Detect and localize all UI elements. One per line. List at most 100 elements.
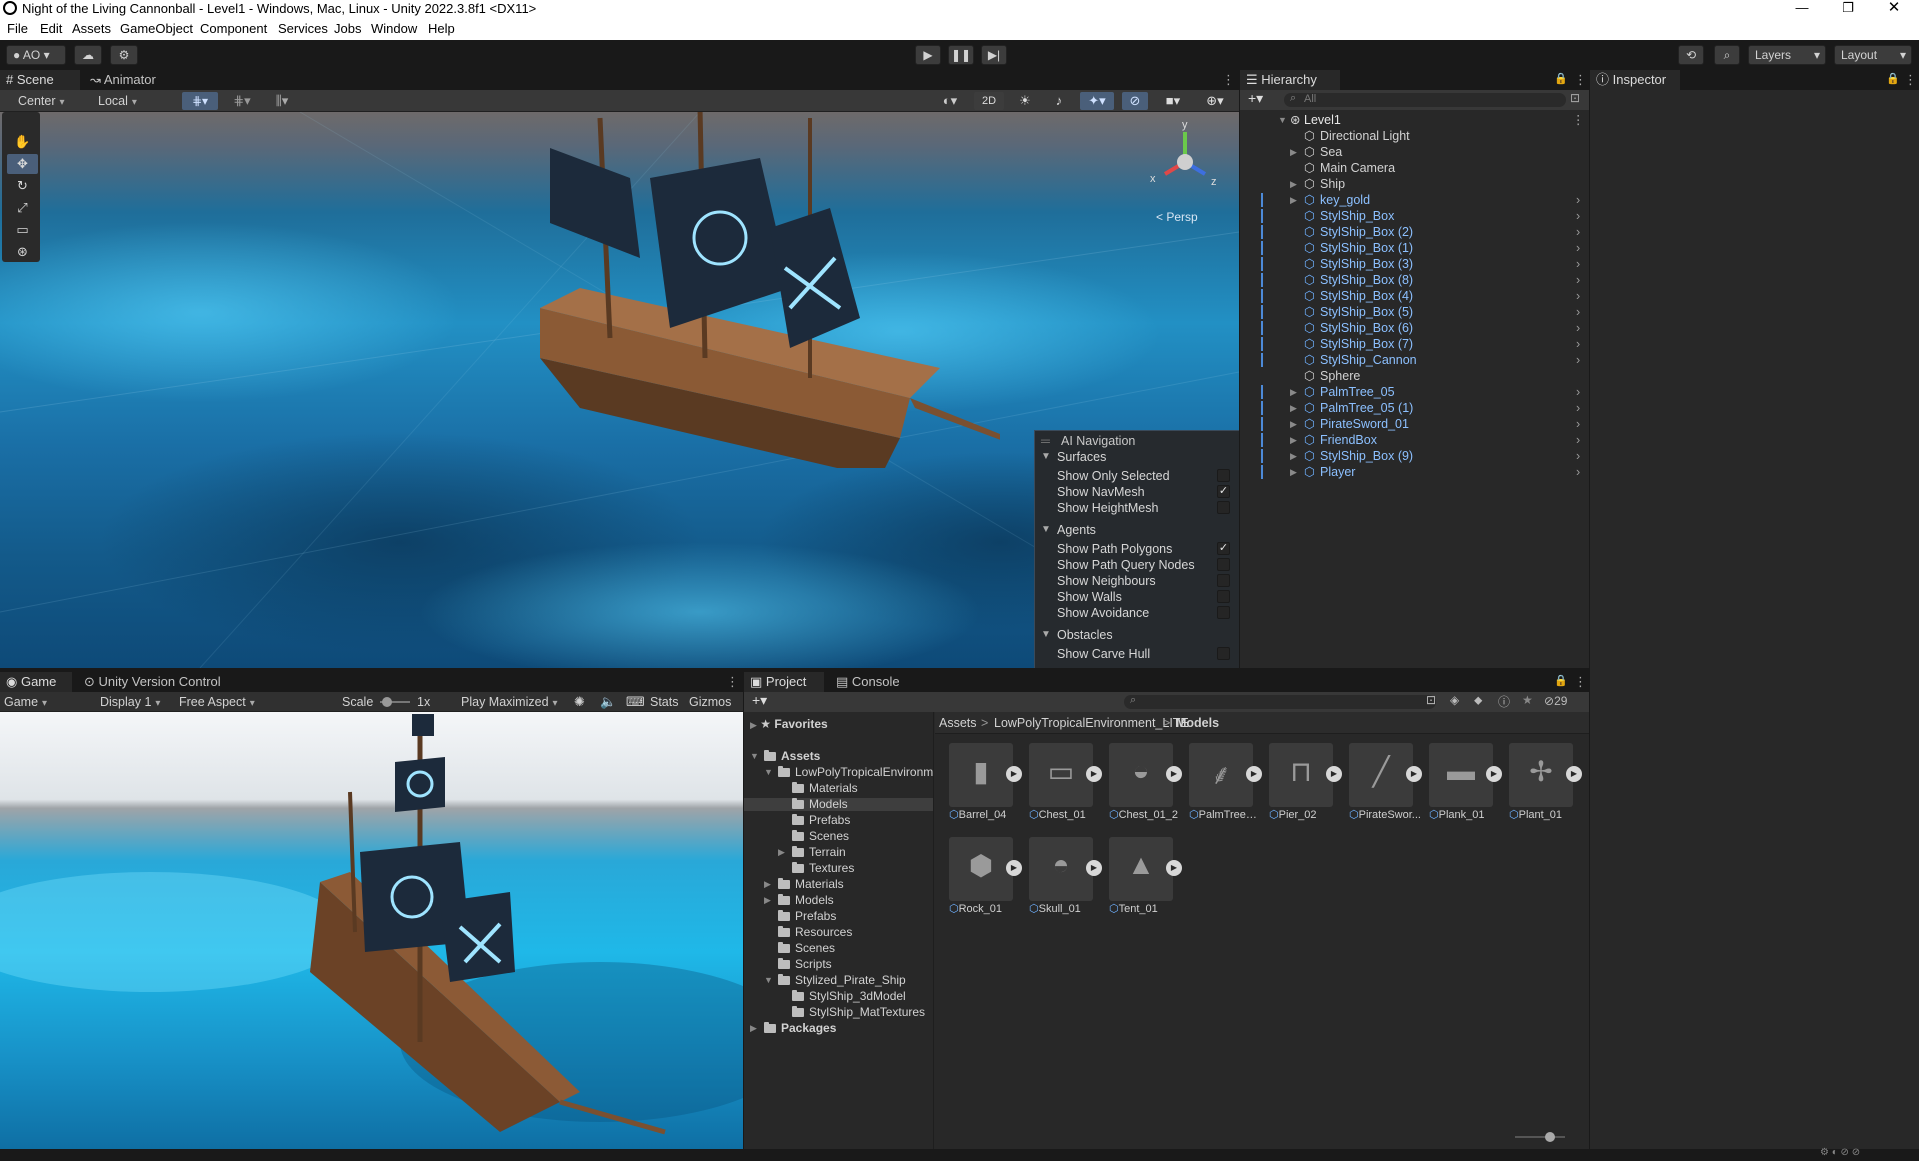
lighting-icon[interactable]: ☀: [1012, 92, 1038, 110]
nav-option-checkbox[interactable]: ✓: [1217, 485, 1230, 498]
project-tree-row[interactable]: Materials: [744, 782, 933, 795]
open-prefab-arrow-icon[interactable]: ›: [1576, 416, 1580, 432]
drag-handle-icon[interactable]: ═: [1041, 433, 1050, 449]
expand-arrow-icon[interactable]: ▶: [1290, 192, 1297, 208]
tab-project[interactable]: ▣ Project: [744, 672, 824, 692]
hierarchy-item[interactable]: ▶ ⬡ PalmTree_05 (1) ›: [1240, 400, 1589, 416]
open-prefab-arrow-icon[interactable]: ›: [1576, 256, 1580, 272]
project-tree-row[interactable]: Prefabs: [744, 910, 933, 923]
project-tree-row[interactable]: Scenes: [744, 830, 933, 843]
breadcrumb-assets[interactable]: Assets: [939, 716, 977, 730]
tab-animator[interactable]: ↝ Animator: [84, 70, 164, 90]
game-viewport[interactable]: [0, 712, 743, 1149]
asset-tile[interactable]: ◓ ▶ ⬡Skull_01: [1029, 837, 1102, 915]
hierarchy-item[interactable]: ⬡ StylShip_Box (5) ›: [1240, 304, 1589, 320]
space-dropdown[interactable]: Local: [98, 91, 137, 113]
grid-snap-icon[interactable]: ⋕▾: [182, 92, 218, 110]
hierarchy-item[interactable]: ⬡ StylShip_Box (2) ›: [1240, 224, 1589, 240]
open-prefab-arrow-icon[interactable]: ›: [1576, 240, 1580, 256]
restore-icon[interactable]: ❐: [1825, 0, 1871, 17]
search-by-type-icon[interactable]: ⊡: [1426, 693, 1436, 707]
expand-arrow-icon[interactable]: ▼: [750, 750, 759, 763]
keyboard-icon[interactable]: ⌨: [626, 692, 645, 712]
nav-section-header[interactable]: ▼ Obstacles: [1035, 627, 1239, 643]
orientation-gizmo[interactable]: y x z: [1145, 112, 1225, 202]
open-prefab-arrow-icon[interactable]: ›: [1576, 224, 1580, 240]
project-tree-row[interactable]: ▼ Stylized_Pirate_Ship: [744, 974, 933, 987]
increment-snap-icon[interactable]: ⫼▾: [265, 92, 299, 110]
menu-assets[interactable]: Assets: [72, 17, 111, 40]
expand-arrow-icon[interactable]: ▶: [1290, 176, 1297, 192]
open-prefab-arrow-icon[interactable]: ›: [1576, 272, 1580, 288]
ai-navigation-title[interactable]: ═ AI Navigation: [1035, 433, 1239, 449]
expand-arrow-icon[interactable]: ▼: [764, 974, 773, 987]
nav-option-checkbox[interactable]: [1217, 501, 1230, 514]
asset-tile[interactable]: ◒ ▶ ⬡Chest_01_2: [1109, 743, 1182, 821]
nav-option-checkbox[interactable]: [1217, 590, 1230, 603]
transform-tool-icon[interactable]: ⊛: [7, 242, 38, 262]
project-tree-row[interactable]: ▶ Terrain: [744, 846, 933, 859]
hierarchy-item[interactable]: ⬡ StylShip_Box (1) ›: [1240, 240, 1589, 256]
asset-tile[interactable]: ⸙ ▶ ⬡PalmTree_...: [1189, 743, 1262, 821]
history-icon[interactable]: ⟲: [1678, 45, 1704, 65]
asset-tile[interactable]: ▮ ▶ ⬡Barrel_04: [949, 743, 1022, 821]
breadcrumb-lowpoly[interactable]: LowPolyTropicalEnvironment_LITE: [994, 716, 1189, 730]
minimize-icon[interactable]: —: [1779, 0, 1825, 17]
hierarchy-item[interactable]: ▶ ⬡ PirateSword_01 ›: [1240, 416, 1589, 432]
open-prefab-arrow-icon[interactable]: ›: [1576, 320, 1580, 336]
nav-option-row[interactable]: Show Avoidance: [1035, 605, 1239, 621]
shading-mode-icon[interactable]: ◐▾: [935, 92, 965, 110]
stats-button[interactable]: Stats: [650, 692, 679, 712]
pivot-dropdown[interactable]: Center: [18, 91, 65, 113]
project-menu-icon[interactable]: ⋮: [1574, 674, 1587, 690]
inspector-menu-icon[interactable]: ⋮: [1904, 72, 1917, 88]
expand-asset-icon[interactable]: ▶: [1246, 766, 1262, 782]
collapse-arrow-icon[interactable]: ▶: [764, 894, 771, 907]
nav-option-row[interactable]: Show HeightMesh: [1035, 500, 1239, 516]
nav-option-checkbox[interactable]: ✓: [1217, 542, 1230, 555]
project-tree-row[interactable]: Scripts: [744, 958, 933, 971]
nav-option-row[interactable]: Show Neighbours: [1035, 573, 1239, 589]
scale-tool-icon[interactable]: ⤢: [7, 198, 38, 218]
project-tree-row[interactable]: Prefabs: [744, 814, 933, 827]
gizmos-icon[interactable]: ⊕▾: [1196, 92, 1234, 110]
project-tree-row[interactable]: Resources: [744, 926, 933, 939]
project-tree-row[interactable]: StylShip_MatTextures: [744, 1006, 933, 1019]
scale-slider-thumb[interactable]: [382, 697, 392, 707]
tag-icon[interactable]: ⬥: [1474, 693, 1482, 708]
close-icon[interactable]: ✕: [1871, 0, 1917, 17]
project-search-input[interactable]: ⌕: [1124, 694, 1436, 709]
asset-tile[interactable]: ✢ ▶ ⬡Plant_01: [1509, 743, 1582, 821]
layers-dropdown[interactable]: Layers ▾: [1748, 45, 1826, 65]
game-menu-icon[interactable]: ⋮: [726, 674, 739, 690]
layout-dropdown[interactable]: Layout ▾: [1834, 45, 1912, 65]
nav-option-row[interactable]: Show Only Selected: [1035, 468, 1239, 484]
expand-arrow-icon[interactable]: ▼: [1278, 112, 1287, 128]
expand-arrow-icon[interactable]: ▼: [764, 766, 773, 779]
persp-label[interactable]: < Persp: [1156, 210, 1198, 224]
collab-settings-icon[interactable]: ⚙: [110, 45, 138, 65]
open-prefab-arrow-icon[interactable]: ›: [1576, 448, 1580, 464]
rect-tool-icon[interactable]: ▭: [7, 220, 38, 240]
nav-option-checkbox[interactable]: [1217, 469, 1230, 482]
asset-tile[interactable]: ▬ ▶ ⬡Plank_01: [1429, 743, 1502, 821]
menu-gameobject[interactable]: GameObject: [120, 17, 193, 40]
hierarchy-item[interactable]: ▶ ⬡ Player ›: [1240, 464, 1589, 480]
open-prefab-arrow-icon[interactable]: ›: [1576, 192, 1580, 208]
hierarchy-item[interactable]: ⬡ StylShip_Box (3) ›: [1240, 256, 1589, 272]
open-prefab-arrow-icon[interactable]: ›: [1576, 384, 1580, 400]
project-tree-row[interactable]: Models: [744, 798, 933, 811]
asset-tile[interactable]: ⬢ ▶ ⬡Rock_01: [949, 837, 1022, 915]
hierarchy-item[interactable]: ▶ ⬡ Ship: [1240, 176, 1589, 192]
nav-option-checkbox[interactable]: [1217, 558, 1230, 571]
visibility-icon[interactable]: ⊘: [1122, 92, 1148, 110]
expand-arrow-icon[interactable]: ▶: [1290, 432, 1297, 448]
hierarchy-item[interactable]: ⬡ Directional Light: [1240, 128, 1589, 144]
asset-tile[interactable]: ▭ ▶ ⬡Chest_01: [1029, 743, 1102, 821]
create-button[interactable]: +▾: [1248, 90, 1263, 107]
project-tree-row[interactable]: ▼ Assets: [744, 750, 933, 763]
hierarchy-item[interactable]: ▶ ⬡ Sea: [1240, 144, 1589, 160]
hierarchy-item[interactable]: ⬡ StylShip_Box (8) ›: [1240, 272, 1589, 288]
menu-edit[interactable]: Edit: [40, 17, 62, 40]
hierarchy-item[interactable]: ▶ ⬡ FriendBox ›: [1240, 432, 1589, 448]
